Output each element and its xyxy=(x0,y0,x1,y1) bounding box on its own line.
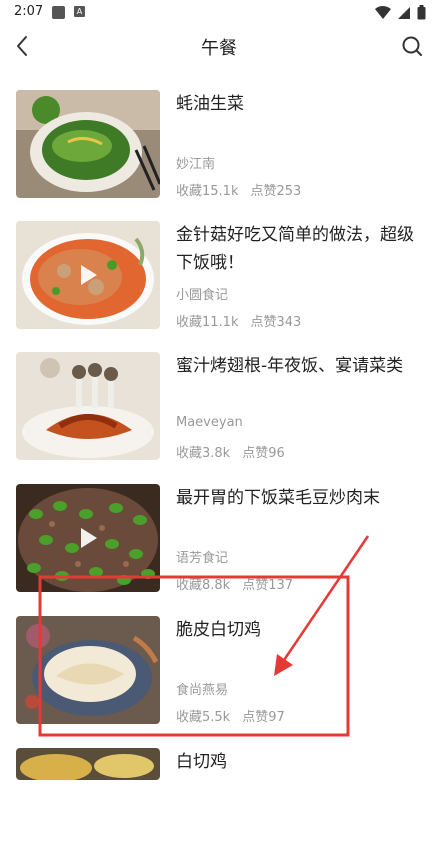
wifi-icon xyxy=(375,5,391,19)
recipe-author: 语芳食记 xyxy=(176,551,229,566)
recipe-stats: 收藏5.5k 点赞97 xyxy=(176,706,285,725)
recipe-stats: 收藏15.1k 点赞253 xyxy=(176,180,301,199)
play-icon xyxy=(81,265,97,285)
favorites-count: 收藏3.8k xyxy=(176,446,231,461)
likes-count: 点赞137 xyxy=(242,578,294,593)
keyboard-badge-icon: A xyxy=(74,6,85,17)
recipe-stats: 收藏11.1k 点赞343 xyxy=(176,311,301,330)
recipe-thumbnail[interactable] xyxy=(16,221,160,329)
search-icon xyxy=(402,36,422,56)
favorites-count: 收藏11.1k xyxy=(176,315,239,330)
recipe-author: 妙江南 xyxy=(176,157,216,172)
recipe-thumbnail[interactable] xyxy=(16,352,160,460)
likes-count: 点赞253 xyxy=(250,184,302,199)
recipe-title[interactable]: 白切鸡 xyxy=(176,748,426,776)
recipe-title[interactable]: 蚝油生菜 xyxy=(176,90,426,118)
recipe-author: 小圆食记 xyxy=(176,288,229,303)
recipe-author: 食尚燕易 xyxy=(176,683,229,698)
top-app-bar: 午餐 xyxy=(0,24,438,68)
recipe-thumbnail[interactable] xyxy=(16,616,160,724)
recipe-card-3[interactable]: 蜜汁烤翅根-年夜饭、宴请菜类 Maeveyan 收藏3.8k 点赞96 xyxy=(0,352,438,461)
recipe-card-6[interactable]: 白切鸡 xyxy=(0,748,438,856)
likes-count: 点赞97 xyxy=(242,710,285,725)
recipe-thumbnail[interactable] xyxy=(16,748,160,780)
status-bar: 2:07 A xyxy=(0,0,438,24)
recipe-author: Maeveyan xyxy=(176,415,243,430)
notification-icon xyxy=(52,6,65,19)
recipe-title[interactable]: 脆皮白切鸡 xyxy=(176,616,426,644)
favorites-count: 收藏8.8k xyxy=(176,578,231,593)
favorites-count: 收藏5.5k xyxy=(176,710,231,725)
page-title: 午餐 xyxy=(201,38,237,59)
favorites-count: 收藏15.1k xyxy=(176,184,239,199)
recipe-thumbnail[interactable] xyxy=(16,484,160,592)
recipe-title[interactable]: 蜜汁烤翅根-年夜饭、宴请菜类 xyxy=(176,352,426,380)
recipe-card-1[interactable]: 蚝油生菜 妙江南 收藏15.1k 点赞253 xyxy=(0,90,438,199)
likes-count: 点赞96 xyxy=(242,446,285,461)
battery-icon xyxy=(417,5,426,20)
recipe-stats: 收藏3.8k 点赞96 xyxy=(176,442,285,461)
recipe-title[interactable]: 金针菇好吃又简单的做法，超级下饭哦！ xyxy=(176,221,426,277)
recipe-card-4[interactable]: 最开胃的下饭菜毛豆炒肉末 语芳食记 收藏8.8k 点赞137 xyxy=(0,484,438,593)
signal-icon xyxy=(398,6,410,19)
recipe-stats: 收藏8.8k 点赞137 xyxy=(176,574,293,593)
recipe-thumbnail[interactable] xyxy=(16,90,160,198)
search-button[interactable] xyxy=(398,32,426,60)
system-icons xyxy=(375,5,426,20)
recipe-card-5[interactable]: 脆皮白切鸡 食尚燕易 收藏5.5k 点赞97 xyxy=(0,616,438,725)
recipe-title[interactable]: 最开胃的下饭菜毛豆炒肉末 xyxy=(176,484,426,512)
likes-count: 点赞343 xyxy=(250,315,302,330)
recipe-card-2[interactable]: 金针菇好吃又简单的做法，超级下饭哦！ 小圆食记 收藏11.1k 点赞343 xyxy=(0,221,438,330)
status-time: 2:07 xyxy=(14,4,44,19)
play-icon xyxy=(81,528,97,548)
